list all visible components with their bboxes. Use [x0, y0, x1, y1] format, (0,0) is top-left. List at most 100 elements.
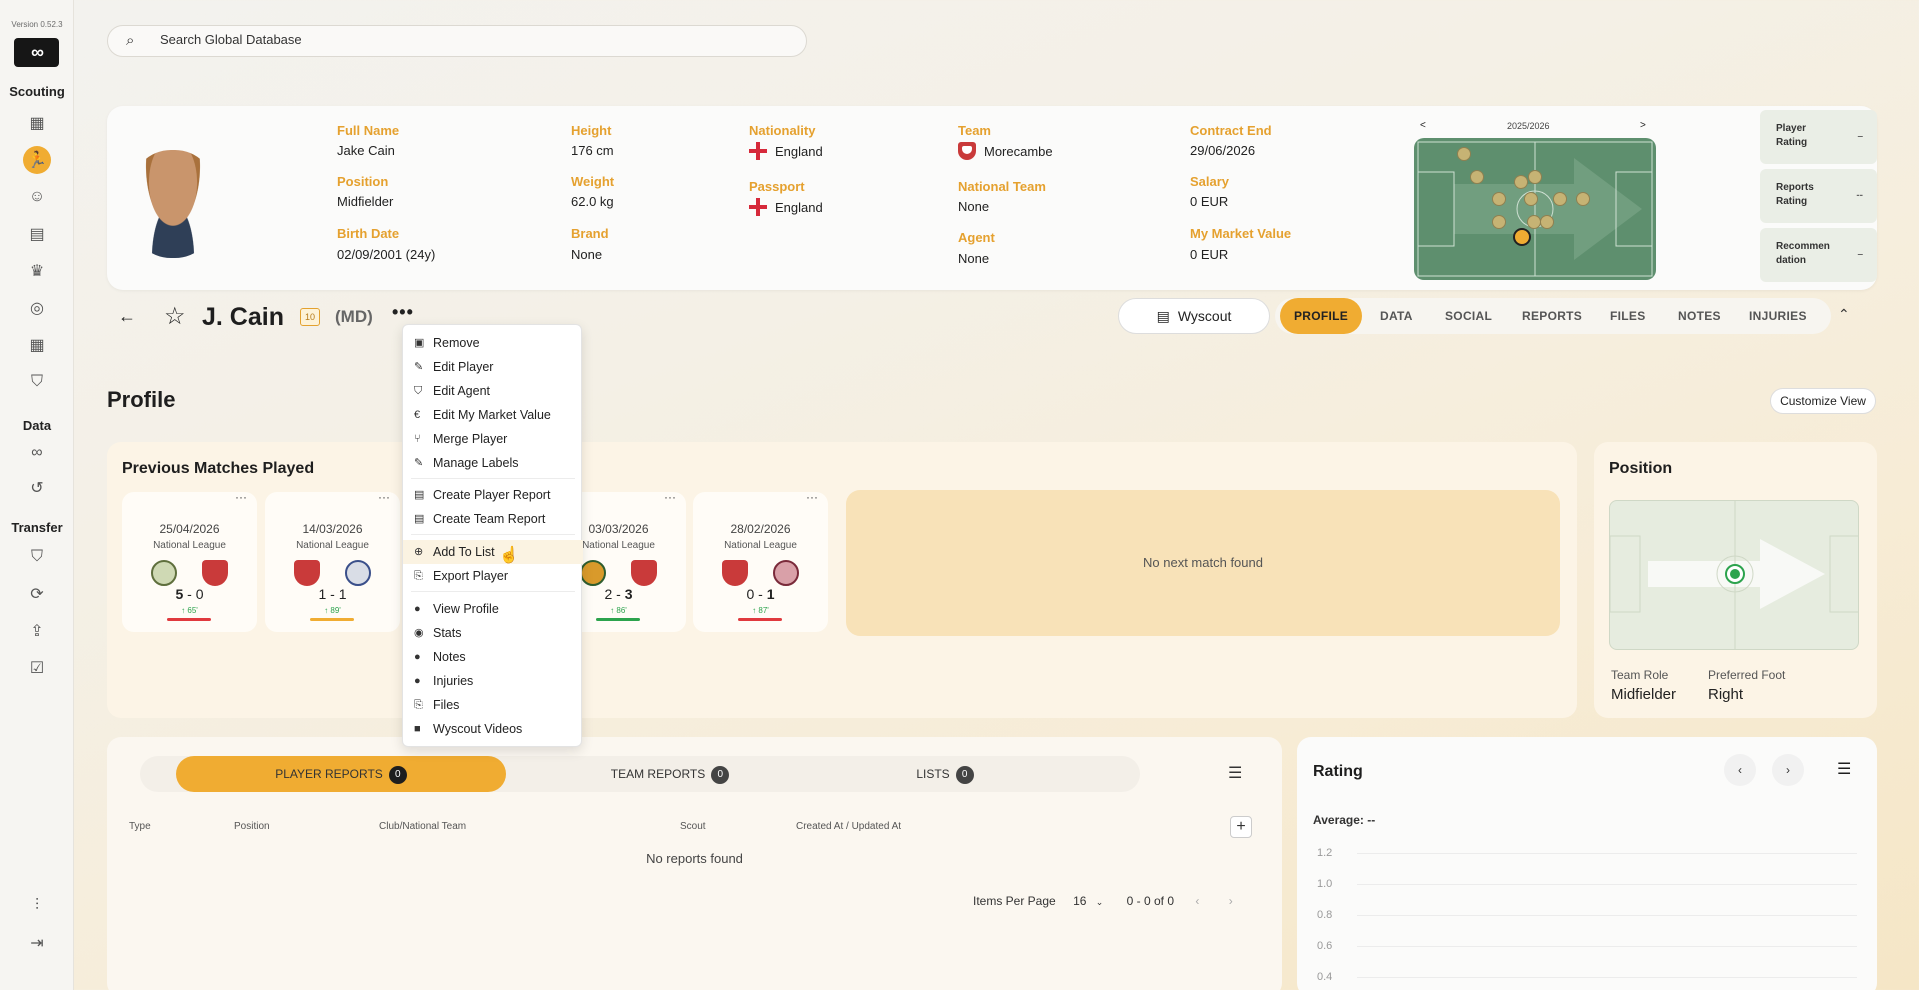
app-logo[interactable]: ∞ [14, 38, 59, 67]
season-next-button[interactable]: > [1640, 120, 1646, 131]
team-crest-icon [958, 142, 976, 160]
next-page-icon[interactable]: › [1229, 894, 1233, 908]
col-created: Created At / Updated At [796, 821, 902, 832]
menu-divider [411, 478, 575, 479]
tab-player-reports[interactable]: PLAYER REPORTS 0 [176, 756, 506, 792]
team-row[interactable]: Morecambe [958, 142, 1053, 160]
home-team-badge [722, 560, 748, 586]
search-input[interactable] [160, 32, 780, 47]
scout-user-icon[interactable]: ☺ [23, 183, 51, 211]
heat-dot [1540, 215, 1554, 229]
tab-team-reports[interactable]: TEAM REPORTS 0 [540, 756, 800, 792]
menu-merge-player[interactable]: ⑂ Merge Player [403, 427, 583, 451]
tab-social[interactable]: SOCIAL [1445, 298, 1492, 334]
menu-remove[interactable]: ▣ Remove [403, 331, 583, 355]
tab-lists[interactable]: LISTS 0 [800, 756, 1090, 792]
player-run-icon[interactable]: 🏃 [23, 146, 51, 174]
match-card[interactable]: ··· 25/04/2026 National League 5 - 0 ↑ 6… [122, 490, 257, 632]
market-value: 0 EUR [1190, 247, 1229, 262]
rating-next-icon[interactable]: › [1772, 754, 1804, 786]
history-icon[interactable]: ↺ [23, 474, 51, 502]
match-card[interactable]: ··· 14/03/2026 National League 1 - 1 ↑ 8… [265, 490, 400, 632]
result-bar [596, 618, 640, 621]
trophy-icon[interactable]: ♛ [23, 257, 51, 285]
match-menu-icon[interactable]: ··· [378, 490, 390, 504]
menu-files[interactable]: ⎘ Files [403, 693, 583, 717]
checklist-icon[interactable]: ☑ [23, 654, 51, 682]
global-search[interactable]: ⌕ [107, 25, 807, 57]
match-card[interactable]: ··· 28/02/2026 National League 0 - 1 ↑ 8… [693, 490, 828, 632]
agent-value: None [958, 251, 990, 266]
settings-sliders-icon[interactable]: ⫶ [23, 892, 51, 920]
national-team-value: None [958, 199, 990, 214]
menu-injuries[interactable]: ● Injuries [403, 669, 583, 693]
shield-icon: ⛉ [414, 385, 423, 397]
menu-stats[interactable]: ◉ Stats [403, 621, 583, 645]
back-arrow-icon[interactable]: ← [118, 306, 136, 327]
rating-filter-icon[interactable]: ☰ [1837, 759, 1851, 779]
tab-injuries[interactable]: INJURIES [1749, 298, 1807, 334]
rating-prev-icon[interactable]: ‹ [1724, 754, 1756, 786]
nationality-value: England [775, 143, 823, 159]
items-per-page-select[interactable]: 16 [1073, 894, 1086, 908]
weight-value: 62.0 kg [571, 194, 614, 209]
favorite-star-icon[interactable]: ☆ [164, 302, 186, 331]
tab-notes[interactable]: NOTES [1678, 298, 1721, 334]
menu-edit-market-value[interactable]: € Edit My Market Value [403, 403, 583, 427]
reports-rating-box[interactable]: Reports Rating -- [1760, 169, 1877, 223]
recommendation-box[interactable]: Recommen dation – [1760, 228, 1877, 282]
national-team-label: National Team [958, 179, 1046, 194]
menu-add-to-list[interactable]: ⊕ Add To List [403, 540, 583, 564]
filter-icon[interactable]: ☰ [1228, 763, 1242, 783]
player-position-dot [1513, 228, 1531, 246]
shield-icon[interactable]: ⛉ [23, 368, 51, 396]
away-team-badge [773, 560, 799, 586]
menu-divider [411, 591, 575, 592]
data-link-icon[interactable]: ∞ [23, 439, 51, 467]
wyscout-button[interactable]: ▤ Wyscout [1118, 298, 1270, 334]
previous-matches-card: Previous Matches Played ··· 25/04/2026 N… [107, 442, 1577, 718]
upload-icon[interactable]: ⇪ [23, 617, 51, 645]
stats-icon[interactable]: ▤ [23, 220, 51, 248]
away-team-badge [345, 560, 371, 586]
full-name-label: Full Name [337, 123, 400, 138]
chevron-down-icon[interactable]: ⌄ [1096, 897, 1104, 907]
season-prev-button[interactable]: < [1420, 120, 1426, 131]
user-icon: ● [414, 651, 421, 663]
menu-create-team-report[interactable]: ▤ Create Team Report [403, 507, 583, 531]
tab-reports[interactable]: REPORTS [1522, 298, 1582, 334]
customize-view-button[interactable]: Customize View [1770, 388, 1876, 414]
tab-profile[interactable]: PROFILE [1280, 298, 1363, 334]
transfer-shield-icon[interactable]: ⛉ [23, 543, 51, 571]
match-menu-icon[interactable]: ··· [664, 490, 676, 504]
salary-value: 0 EUR [1190, 194, 1229, 209]
more-options-icon[interactable]: ••• [392, 302, 414, 323]
menu-edit-agent[interactable]: ⛉ Edit Agent [403, 379, 583, 403]
target-icon[interactable]: ◎ [23, 294, 51, 322]
menu-view-profile[interactable]: ● View Profile [403, 597, 583, 621]
tab-files[interactable]: FILES [1610, 298, 1646, 334]
sync-icon[interactable]: ⟳ [23, 580, 51, 608]
logout-icon[interactable]: ⇥ [23, 929, 51, 957]
add-report-button[interactable]: + [1230, 816, 1252, 838]
menu-notes[interactable]: ● Notes [403, 645, 583, 669]
menu-wyscout-videos[interactable]: ■ Wyscout Videos [403, 717, 583, 741]
season-pitch-map[interactable] [1414, 138, 1656, 280]
brand-label: Brand [571, 226, 609, 241]
match-menu-icon[interactable]: ··· [806, 490, 818, 504]
player-rating-box[interactable]: Player Rating – [1760, 110, 1877, 164]
birth-label: Birth Date [337, 226, 400, 241]
menu-edit-player[interactable]: ✎ Edit Player [403, 355, 583, 379]
dashboard-icon[interactable]: ▦ [23, 109, 51, 137]
prev-page-icon[interactable]: ‹ [1195, 894, 1199, 908]
tab-data[interactable]: DATA [1380, 298, 1413, 334]
version-label: Version 0.52.3 [11, 20, 63, 29]
menu-export-player[interactable]: ⎘ Export Player [403, 564, 583, 588]
match-menu-icon[interactable]: ··· [235, 490, 247, 504]
collapse-chevron-icon[interactable]: ⌃ [1838, 306, 1850, 323]
player-avatar [131, 150, 215, 258]
result-bar [167, 618, 211, 621]
menu-create-player-report[interactable]: ▤ Create Player Report [403, 483, 583, 507]
calendar-icon[interactable]: ▦ [23, 331, 51, 359]
menu-manage-labels[interactable]: ✎ Manage Labels [403, 451, 583, 475]
